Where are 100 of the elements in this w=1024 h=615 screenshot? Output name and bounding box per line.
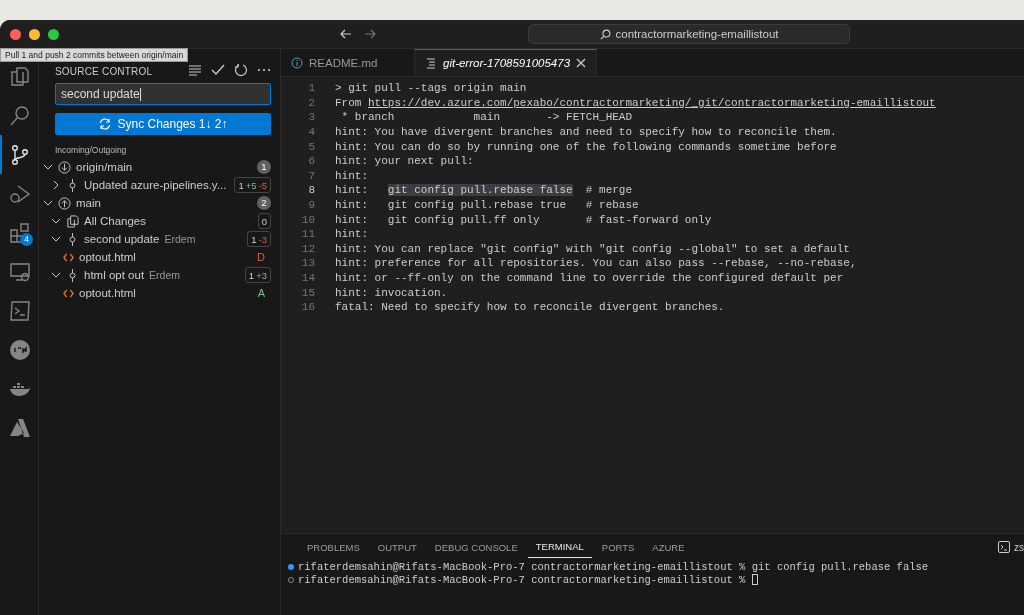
code-text: > git pull --tags origin main [335, 82, 527, 95]
tree-item[interactable]: All Changes 0 [51, 212, 271, 230]
tree-item[interactable]: optout.html A [63, 284, 271, 302]
back-arrow-icon[interactable] [340, 28, 352, 40]
html-file-icon [63, 251, 74, 263]
panel-tab[interactable]: PROBLEMS [299, 536, 368, 558]
panel-tab[interactable]: OUTPUT [369, 536, 425, 558]
stats-badge: 1 +3 [244, 267, 271, 283]
panel-tab[interactable]: AZURE [644, 536, 693, 558]
files-icon [66, 214, 79, 228]
text-file-icon [425, 57, 437, 69]
count-badge: 1 [257, 160, 271, 174]
file-status: A [257, 287, 265, 299]
line-number: 4 [307, 126, 316, 139]
stats-badge: 1 +5 -5 [234, 177, 271, 193]
section-header: Incoming/Outgoing [55, 145, 128, 155]
code-text: hint: [335, 184, 369, 197]
code-text: # merge [584, 184, 633, 197]
line-number: 15 [300, 286, 316, 299]
line-number: 11 [300, 228, 316, 241]
line-number: 3 [307, 111, 316, 124]
line-number: 8 [307, 184, 316, 197]
commit-icon [66, 232, 79, 246]
code-text: hint: You can replace "git config" with "git config --global" to set a default [335, 242, 850, 255]
tree-item[interactable]: origin/main 1 [43, 158, 271, 176]
code-text: hint: your next pull: [335, 155, 474, 168]
editor-tab[interactable]: git-error-1708591005473 [415, 49, 598, 76]
code-text: git config pull.rebase false [387, 184, 573, 197]
line-number: 16 [300, 301, 316, 314]
code-text: hint: or --ff-only on the command line to override the configured default per [335, 272, 844, 284]
view-as-list-icon[interactable] [188, 63, 202, 77]
file-name: optout.html [79, 287, 136, 299]
minimize-dot[interactable] [29, 28, 40, 40]
code-text: hint: You can do so by running one of the following commands sometime before [335, 140, 837, 153]
stats-badge: 1 -3 [247, 231, 271, 247]
panel-tab[interactable]: TERMINAL [527, 536, 592, 558]
code-link[interactable]: https://dev.azure.com/pexabo/contractormarketing/_git/contractormarketing-emaillistout [368, 96, 936, 109]
code-text: From [335, 96, 363, 109]
tree-item[interactable]: html opt out Erdem 1 +3 [51, 266, 271, 284]
tree-label: origin/main [76, 161, 133, 173]
search-icon [599, 28, 611, 40]
tree-item[interactable]: Updated azure-pipelines.y... 1 +5 -5 [51, 176, 271, 194]
sync-changes-button[interactable]: Sync Changes 1↓ 2↑ [55, 113, 271, 135]
code-text: hint: git config pull.ff only # fast-forward only [335, 213, 712, 226]
author-label: Erdem [164, 233, 196, 245]
line-number: 10 [300, 213, 316, 226]
code-text: hint: You have divergent branches and need to specify how to reconcile them. [335, 126, 837, 139]
count-badge: 2 [257, 196, 271, 210]
commit-icon [66, 268, 79, 282]
code-text: hint: invocation. [335, 286, 448, 299]
code-text: hint: git config pull.rebase true # rebase [335, 199, 639, 212]
arrow-down-circle-icon [58, 160, 71, 174]
close-dot[interactable] [10, 28, 21, 40]
panel-tab[interactable]: DEBUG CONSOLE [426, 536, 526, 558]
checkmark-icon[interactable] [211, 63, 225, 77]
arrow-up-circle-icon [58, 196, 71, 210]
extensions-icon[interactable] [8, 220, 32, 245]
line-number: 13 [300, 257, 316, 270]
terminal-line: rifaterdemsahin@Rifats-MacBook-Pro-7 contractormarketing-emaillistout % [298, 573, 747, 586]
files-icon[interactable] [8, 64, 32, 89]
command-search-field[interactable]: contractormarketing-emaillistout [528, 24, 850, 44]
close-icon[interactable] [576, 58, 587, 68]
line-number: 6 [307, 155, 316, 168]
info-icon [291, 56, 303, 69]
stats-badge: 0 [257, 213, 271, 229]
terminal-icon[interactable] [8, 298, 32, 323]
refresh-icon[interactable] [234, 63, 248, 77]
panel-tab[interactable]: PORTS [593, 536, 643, 558]
terminal-line: rifaterdemsahin@Rifats-MacBook-Pro-7 contractormarketing-emaillistout % git config pull.rebase false [298, 560, 929, 573]
search-icon[interactable] [8, 103, 32, 128]
line-number: 9 [307, 199, 316, 212]
tree-item[interactable]: optout.html D [63, 248, 271, 266]
tree-label: html opt out [84, 269, 145, 281]
html-file-icon [63, 287, 74, 299]
extensions-badge: 4 [20, 233, 33, 246]
file-status: D [257, 251, 265, 263]
tree-label: Updated azure-pipelines.y... [84, 179, 227, 191]
forward-arrow-icon[interactable] [364, 28, 376, 40]
tree-item[interactable]: second update Erdem 1 -3 [51, 230, 271, 248]
code-text: hint: [335, 169, 368, 182]
code-text: hint: [335, 228, 368, 241]
zoom-dot[interactable] [48, 28, 59, 40]
commit-message-field[interactable]: second update [55, 83, 271, 105]
shell-label[interactable]: zs [1014, 541, 1024, 553]
line-number: 1 [307, 82, 316, 95]
tree-label: All Changes [84, 215, 146, 227]
tree-label: second update [84, 233, 160, 245]
sync-icon [98, 117, 113, 131]
code-text: hint: preference for all repositories. You can also pass --rebase, --no-rebase, [335, 257, 857, 270]
line-number: 14 [300, 272, 316, 284]
author-label: Erdem [149, 269, 181, 281]
code-text: fatal: Need to specify how to reconcile divergent branches. [335, 301, 725, 314]
line-number: 5 [307, 140, 316, 153]
code-text: * branch main -> FETCH_HEAD [340, 111, 633, 124]
line-number: 2 [307, 96, 316, 109]
terminal-icon [998, 541, 1010, 553]
file-name: optout.html [79, 251, 136, 263]
tree-item[interactable]: main 2 [43, 194, 271, 212]
tooltip: Pull 1 and push 2 commits between origin/main [0, 48, 189, 62]
line-number: 12 [300, 242, 316, 255]
